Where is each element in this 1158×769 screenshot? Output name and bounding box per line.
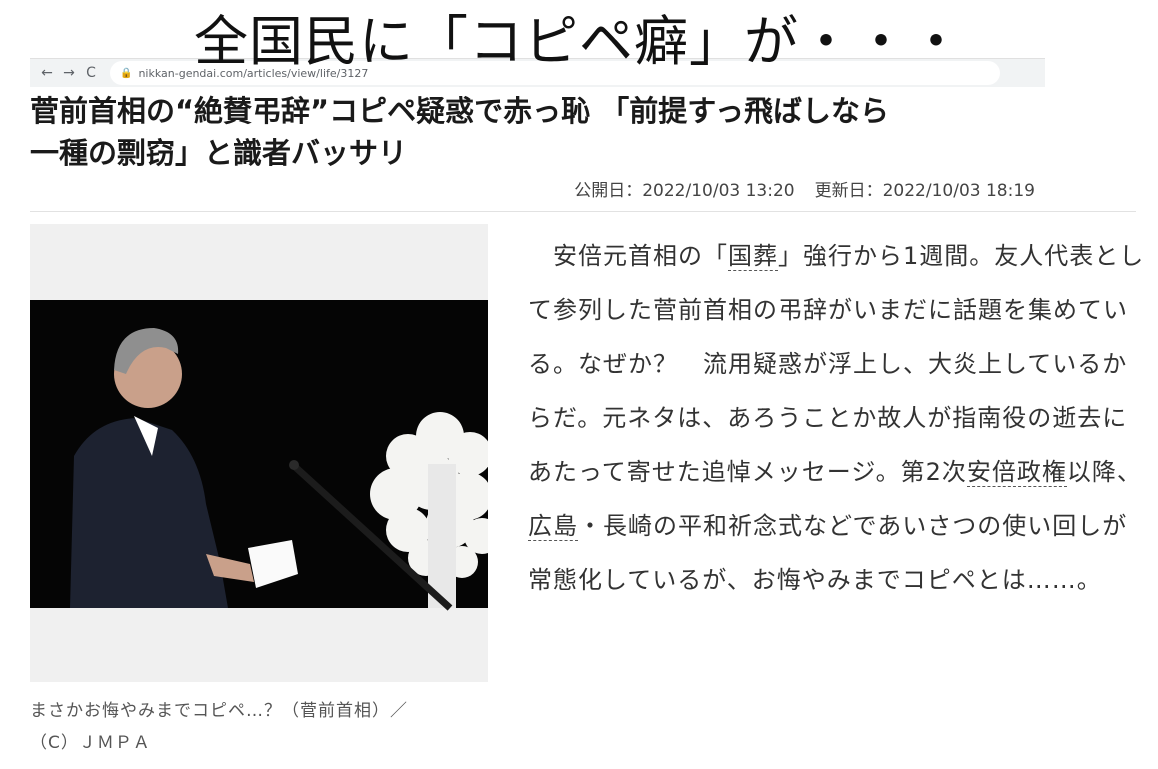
keyword-link-hiroshima[interactable]: 広島 (528, 512, 578, 541)
headline-line-1: 菅前首相の“絶賛弔辞”コピペ疑惑で赤っ恥 「前提すっ飛ばしなら (30, 94, 890, 128)
body-segment-2: 」強行から1週間。友人代表として参列した菅前首相の弔辞がいまだに話題を集めている… (528, 242, 1145, 486)
photo-caption: まさかお悔やみまでコピペ…？（菅前首相）／ （C）ＪＭＰＡ (30, 695, 510, 759)
article-dates: 公開日：2022/10/03 13:20 更新日：2022/10/03 18:19 (574, 176, 1035, 201)
body-segment-1: 安倍元首相の「 (528, 242, 728, 270)
divider (30, 211, 1136, 212)
updated-date: 更新日：2022/10/03 18:19 (814, 181, 1035, 201)
article-headline: 菅前首相の“絶賛弔辞”コピペ疑惑で赤っ恥 「前提すっ飛ばしなら 一種の剽窃」と識… (30, 90, 1120, 174)
article-body: 安倍元首相の「国葬」強行から1週間。友人代表として参列した菅前首相の弔辞がいまだ… (528, 229, 1148, 607)
caption-line-1: まさかお悔やみまでコピペ…？（菅前首相）／ (30, 701, 408, 721)
overlay-caption-title: 全国民に「コピペ癖」が・・・ (194, 10, 964, 73)
body-segment-3: 以降、 (1066, 458, 1142, 486)
published-date: 公開日：2022/10/03 13:20 (574, 181, 795, 201)
keyword-link-abe-seiken[interactable]: 安倍政権 (966, 458, 1067, 487)
headline-line-2: 一種の剽窃」と識者バッサリ (30, 136, 408, 170)
photo-illustration (30, 224, 488, 682)
caption-line-2: （C）ＪＭＰＡ (30, 733, 151, 753)
body-segment-4: ・長崎の平和祈念式などであいさつの使い回しが常態化しているが、お悔やみまでコピペ… (528, 512, 1128, 594)
keyword-link-kokuso[interactable]: 国葬 (728, 242, 778, 271)
article-photo[interactable] (30, 224, 488, 682)
